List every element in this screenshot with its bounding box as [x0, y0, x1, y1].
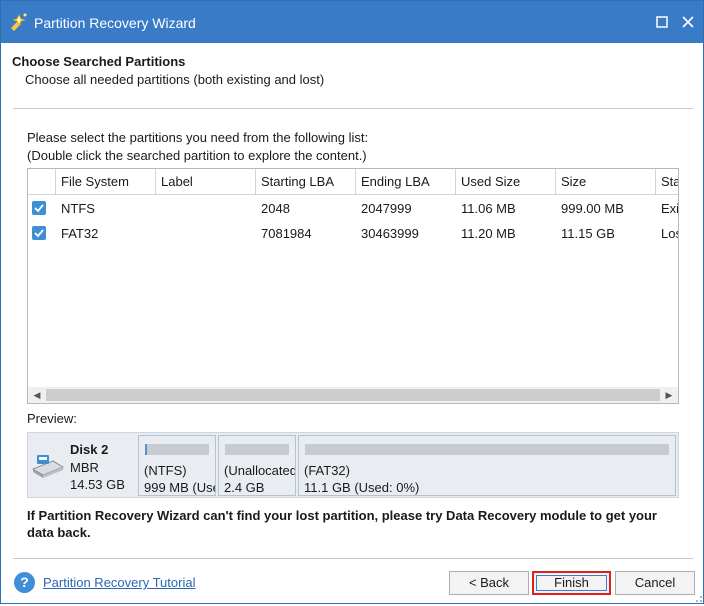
column-header-label[interactable]: Label	[156, 169, 256, 195]
finish-button[interactable]: Finish	[532, 571, 611, 595]
resize-grip-icon[interactable]	[691, 591, 703, 603]
usage-bar	[145, 444, 209, 455]
column-header-status[interactable]: Sta	[656, 169, 678, 195]
preview-label: Preview:	[27, 411, 77, 426]
partition-fs: (FAT32)	[304, 463, 350, 478]
cell-status: Exi	[661, 201, 679, 216]
cell-size: 11.15 GB	[561, 226, 615, 241]
usb-drive-icon	[31, 451, 65, 479]
cell-file-system: NTFS	[61, 201, 95, 216]
maximize-icon[interactable]	[651, 11, 673, 33]
chevron-left-icon[interactable]: ◀	[28, 387, 46, 403]
cell-used-size: 11.20 MB	[461, 226, 516, 241]
partition-block-fat32[interactable]: (FAT32) 11.1 GB (Used: 0%)	[298, 435, 676, 496]
help-icon[interactable]: ?	[14, 572, 35, 593]
tutorial-link[interactable]: Partition Recovery Tutorial	[43, 575, 195, 590]
disk-type: MBR	[70, 460, 99, 475]
row-checkbox[interactable]	[32, 201, 46, 215]
cell-file-system: FAT32	[61, 226, 99, 241]
table-row[interactable]: NTFS 2048 2047999 11.06 MB 999.00 MB Exi	[28, 196, 679, 221]
column-header-checkbox[interactable]	[28, 169, 56, 195]
cell-label	[156, 196, 256, 221]
cell-starting-lba: 2048	[261, 201, 290, 216]
column-header-file-system[interactable]: File System	[56, 169, 156, 195]
cell-status: Los	[661, 226, 678, 241]
column-header-starting-lba[interactable]: Starting LBA	[256, 169, 356, 195]
cell-label	[156, 221, 256, 246]
partition-table: File System Label Starting LBA Ending LB…	[27, 168, 679, 404]
partition-block-unallocated[interactable]: (Unallocated 2.4 GB	[218, 435, 296, 496]
disk-name: Disk 2	[70, 442, 109, 457]
row-checkbox[interactable]	[32, 226, 46, 240]
usage-bar-fill	[145, 444, 147, 455]
close-icon[interactable]	[677, 11, 699, 33]
footer-divider	[13, 558, 693, 559]
disk-preview-map: Disk 2 MBR 14.53 GB (NTFS) 999 MB (Used …	[27, 432, 679, 498]
cancel-button-label: Cancel	[634, 575, 676, 590]
scrollbar-thumb[interactable]	[46, 389, 660, 401]
title-bar[interactable]: Partition Recovery Wizard	[1, 1, 703, 43]
usage-bar	[305, 444, 669, 455]
cell-ending-lba: 2047999	[361, 201, 412, 216]
header-divider	[13, 108, 693, 109]
table-row[interactable]: FAT32 7081984 30463999 11.20 MB 11.15 GB…	[28, 221, 678, 246]
recovery-warning-text: If Partition Recovery Wizard can't find …	[27, 508, 657, 540]
cancel-button[interactable]: Cancel	[615, 571, 695, 595]
partition-fs: (Unallocated	[224, 463, 296, 478]
partition-size: 11.1 GB (Used: 0%)	[304, 480, 420, 495]
instruction-text: Please select the partitions you need fr…	[27, 130, 369, 145]
app-icon	[9, 12, 29, 32]
partition-size: 999 MB (Used	[144, 480, 215, 495]
back-button-label: < Back	[468, 575, 510, 590]
column-header-used-size[interactable]: Used Size	[456, 169, 556, 195]
back-button[interactable]: < Back	[449, 571, 529, 595]
partition-recovery-wizard-window: Partition Recovery Wizard Choose Searche…	[0, 0, 704, 604]
partition-size: 2.4 GB	[224, 480, 265, 495]
finish-focus-ring	[536, 575, 607, 591]
page-title: Choose Searched Partitions	[12, 54, 186, 69]
partition-fs: (NTFS)	[144, 463, 187, 478]
table-header: File System Label Starting LBA Ending LB…	[28, 169, 678, 195]
cell-used-size: 11.06 MB	[461, 201, 516, 216]
cell-ending-lba: 30463999	[361, 226, 419, 241]
partition-block-ntfs[interactable]: (NTFS) 999 MB (Used	[138, 435, 216, 496]
horizontal-scrollbar[interactable]: ◀ ▶	[28, 387, 678, 403]
window-title: Partition Recovery Wizard	[34, 15, 196, 31]
page-subtitle: Choose all needed partitions (both exist…	[25, 72, 325, 87]
disk-size: 14.53 GB	[70, 477, 125, 492]
cell-starting-lba: 7081984	[261, 226, 312, 241]
column-header-ending-lba[interactable]: Ending LBA	[356, 169, 456, 195]
instruction-hint: (Double click the searched partition to …	[27, 148, 367, 163]
cell-size: 999.00 MB	[561, 201, 624, 216]
usage-bar	[225, 444, 289, 455]
column-header-size[interactable]: Size	[556, 169, 656, 195]
chevron-right-icon[interactable]: ▶	[660, 387, 678, 403]
